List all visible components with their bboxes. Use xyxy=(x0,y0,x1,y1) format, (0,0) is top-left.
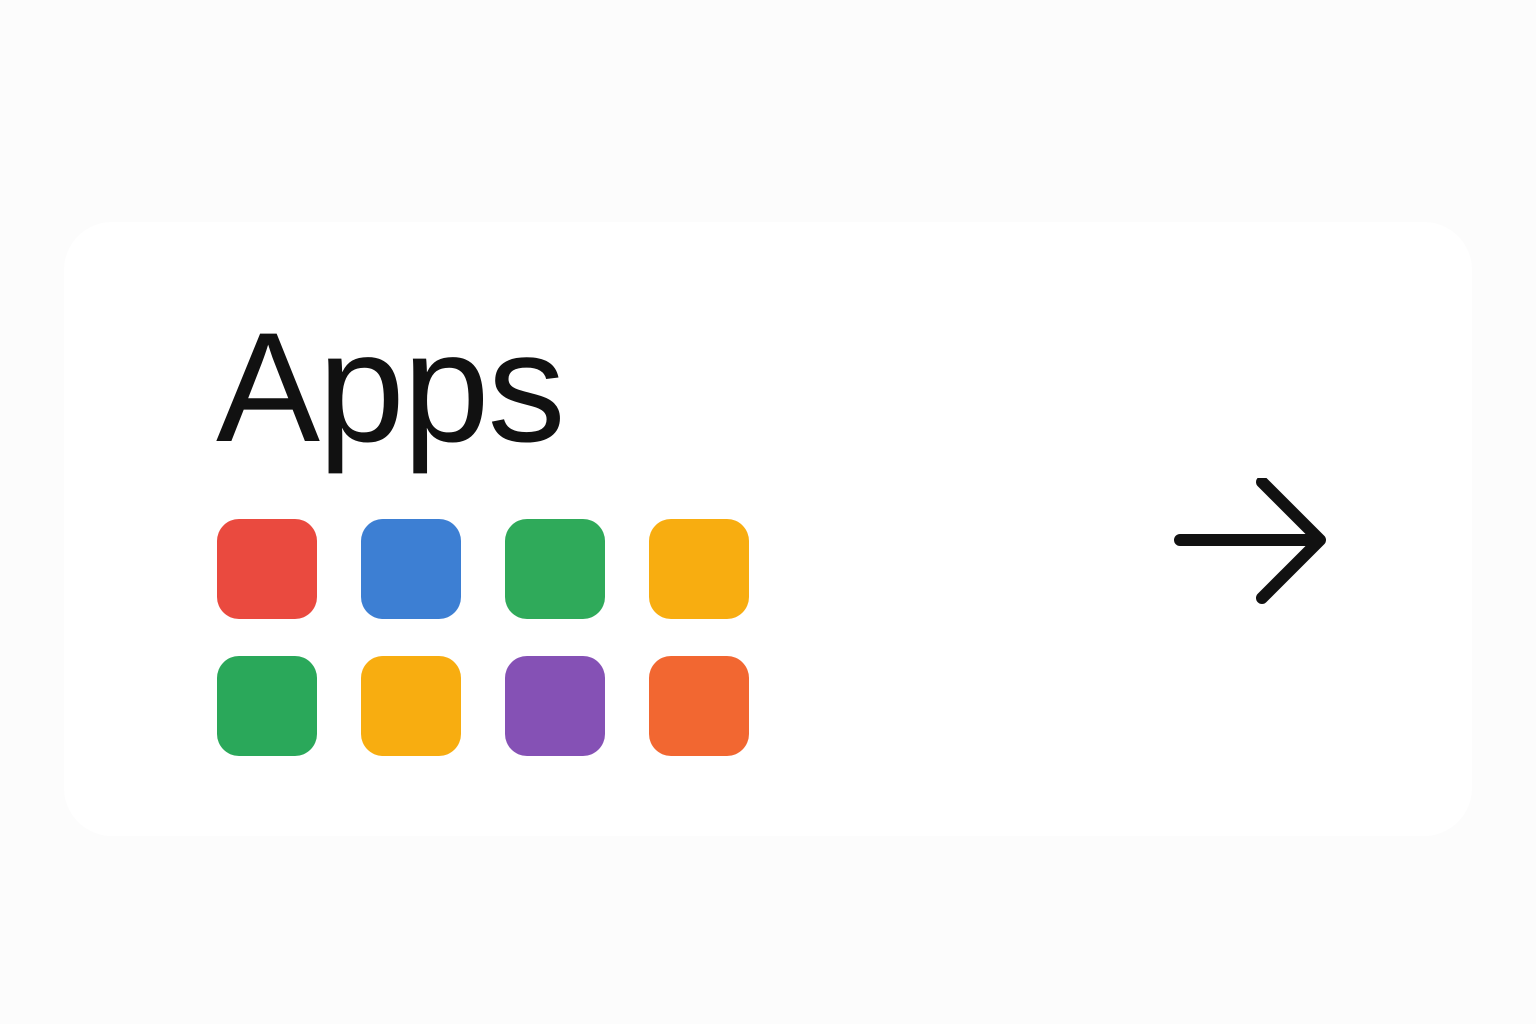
arrow-right-icon[interactable] xyxy=(1174,478,1334,604)
app-tile-icon xyxy=(217,656,317,756)
app-tile-icon xyxy=(649,519,749,619)
app-tile-icon xyxy=(505,519,605,619)
app-tile-icon xyxy=(217,519,317,619)
arrow-right-icon-path xyxy=(1174,478,1326,604)
apps-title: Apps xyxy=(216,301,566,475)
app-tile-icon xyxy=(361,656,461,756)
app-tile-icon xyxy=(649,656,749,756)
app-tile-icon xyxy=(361,519,461,619)
app-icons-grid xyxy=(217,519,749,756)
app-tile-icon xyxy=(505,656,605,756)
apps-card[interactable]: Apps xyxy=(64,222,1472,836)
